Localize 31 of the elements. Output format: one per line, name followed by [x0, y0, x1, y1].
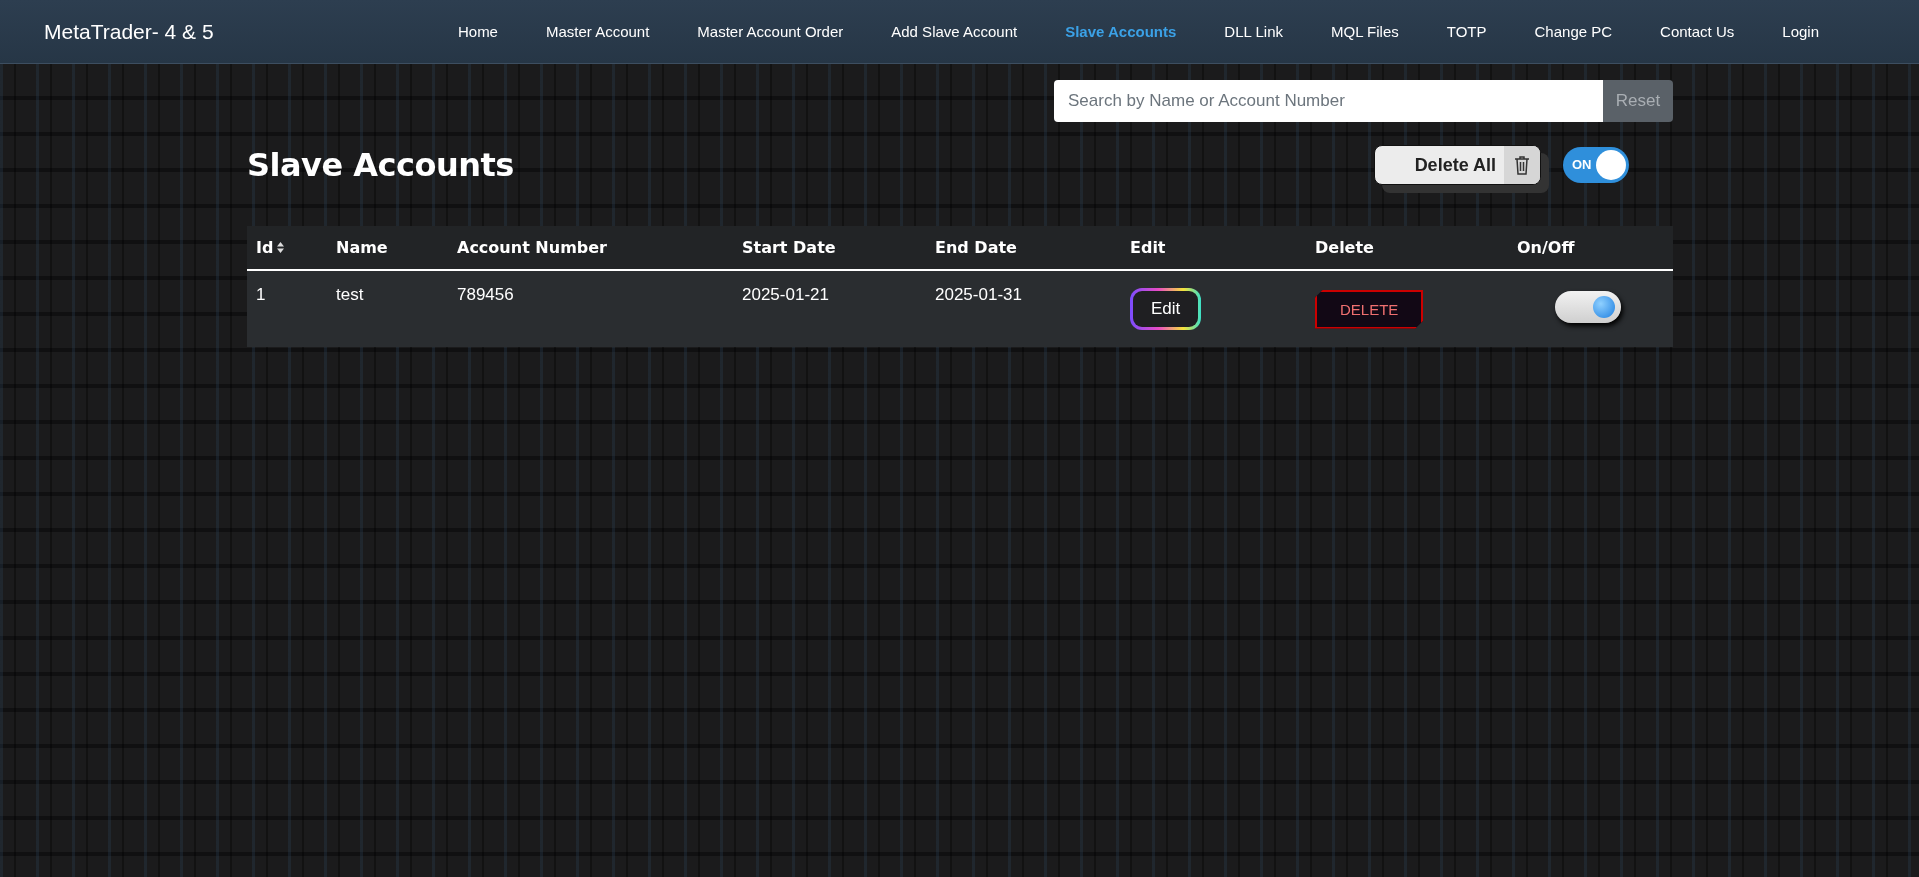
- column-header: Start Date: [742, 238, 836, 257]
- column-header: On/Off: [1517, 238, 1575, 257]
- nav-link[interactable]: Slave Accounts: [1065, 23, 1177, 40]
- nav-link[interactable]: MQL Files: [1331, 23, 1399, 40]
- column-header: Delete: [1315, 238, 1374, 257]
- column-header[interactable]: Id: [256, 238, 274, 257]
- trash-icon: [1514, 155, 1530, 175]
- column-header: Account Number: [457, 238, 607, 257]
- edit-button[interactable]: Edit: [1130, 288, 1202, 330]
- delete-button[interactable]: DELETE: [1315, 289, 1424, 329]
- brand-title[interactable]: MetaTrader- 4 & 5: [44, 19, 214, 44]
- table-cell: 789456: [457, 285, 514, 304]
- table-cell: test: [336, 285, 364, 304]
- page-title: Slave Accounts: [247, 146, 514, 184]
- column-header: End Date: [935, 238, 1017, 257]
- toggle-switch[interactable]: [1555, 290, 1621, 323]
- table-cell: 1: [256, 285, 266, 304]
- nav-link[interactable]: Master Account: [545, 23, 650, 40]
- table-cell: 2025-01-21: [742, 285, 829, 304]
- column-header: Name: [336, 238, 388, 257]
- nav-link[interactable]: Master Account Order: [697, 23, 844, 40]
- nav-link[interactable]: Contact Us: [1660, 23, 1735, 40]
- nav-link[interactable]: Login: [1782, 23, 1819, 40]
- nav-link[interactable]: Home: [457, 23, 498, 40]
- nav-link[interactable]: TOTP: [1446, 23, 1487, 40]
- nav-link[interactable]: DLL Link: [1224, 23, 1283, 40]
- table-cell: 2025-01-31: [935, 285, 1022, 304]
- nav-link[interactable]: Add Slave Account: [891, 23, 1018, 40]
- nav-link[interactable]: Change PC: [1534, 23, 1613, 40]
- column-header: Edit: [1130, 238, 1166, 257]
- sort-icon[interactable]: [277, 242, 285, 253]
